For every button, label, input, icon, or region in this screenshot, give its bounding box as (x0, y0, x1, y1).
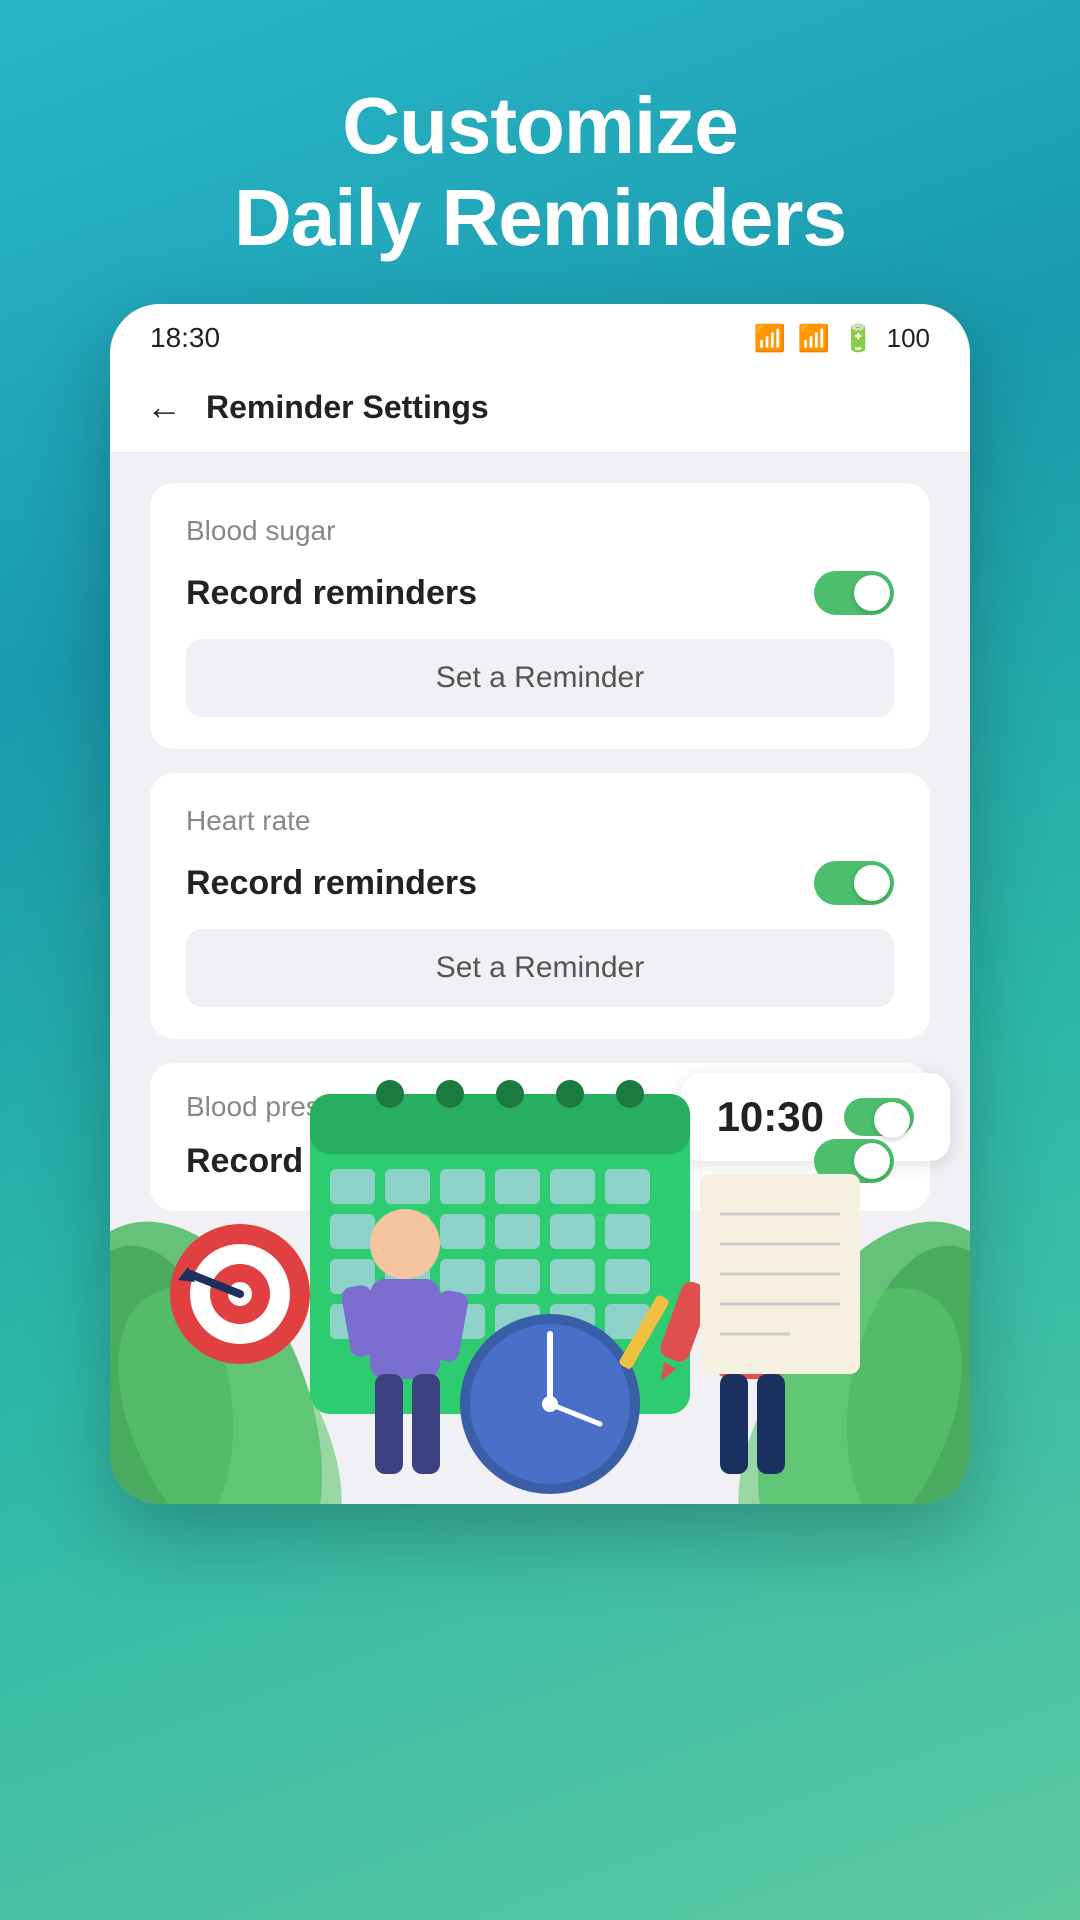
blood-sugar-toggle[interactable] (814, 571, 894, 615)
back-button[interactable]: ← (146, 386, 182, 428)
illustration-area (110, 924, 970, 1504)
blood-sugar-set-reminder-button[interactable]: Set a Reminder (186, 639, 894, 717)
status-icons: 📶 📶 🔋 100 (753, 323, 930, 354)
heart-rate-toggle[interactable] (814, 861, 894, 905)
illustration-svg (110, 924, 970, 1504)
heart-rate-reminders-row: Record reminders (186, 861, 894, 905)
status-time: 18:30 (150, 322, 220, 354)
header-section: Customize Daily Reminders (0, 0, 1080, 304)
wifi-icon: 📶 (753, 323, 785, 354)
nav-title: Reminder Settings (206, 389, 489, 426)
battery-level: 100 (887, 323, 930, 354)
heart-rate-reminders-label: Record reminders (186, 864, 477, 903)
heart-rate-category: Heart rate (186, 805, 894, 837)
blood-sugar-reminders-row: Record reminders (186, 571, 894, 615)
signal-icon: 📶 (798, 323, 830, 354)
phone-frame: 18:30 📶 📶 🔋 100 ← Reminder Settings Bloo… (110, 304, 970, 1504)
blood-sugar-card: Blood sugar Record reminders Set a Remin… (150, 483, 930, 749)
nav-bar: ← Reminder Settings (110, 366, 970, 453)
blood-sugar-reminders-label: Record reminders (186, 574, 477, 613)
page-title: Customize Daily Reminders (0, 0, 1080, 304)
status-bar: 18:30 📶 📶 🔋 100 (110, 304, 970, 366)
blood-sugar-category: Blood sugar (186, 515, 894, 547)
battery-icon: 🔋 (842, 323, 874, 354)
